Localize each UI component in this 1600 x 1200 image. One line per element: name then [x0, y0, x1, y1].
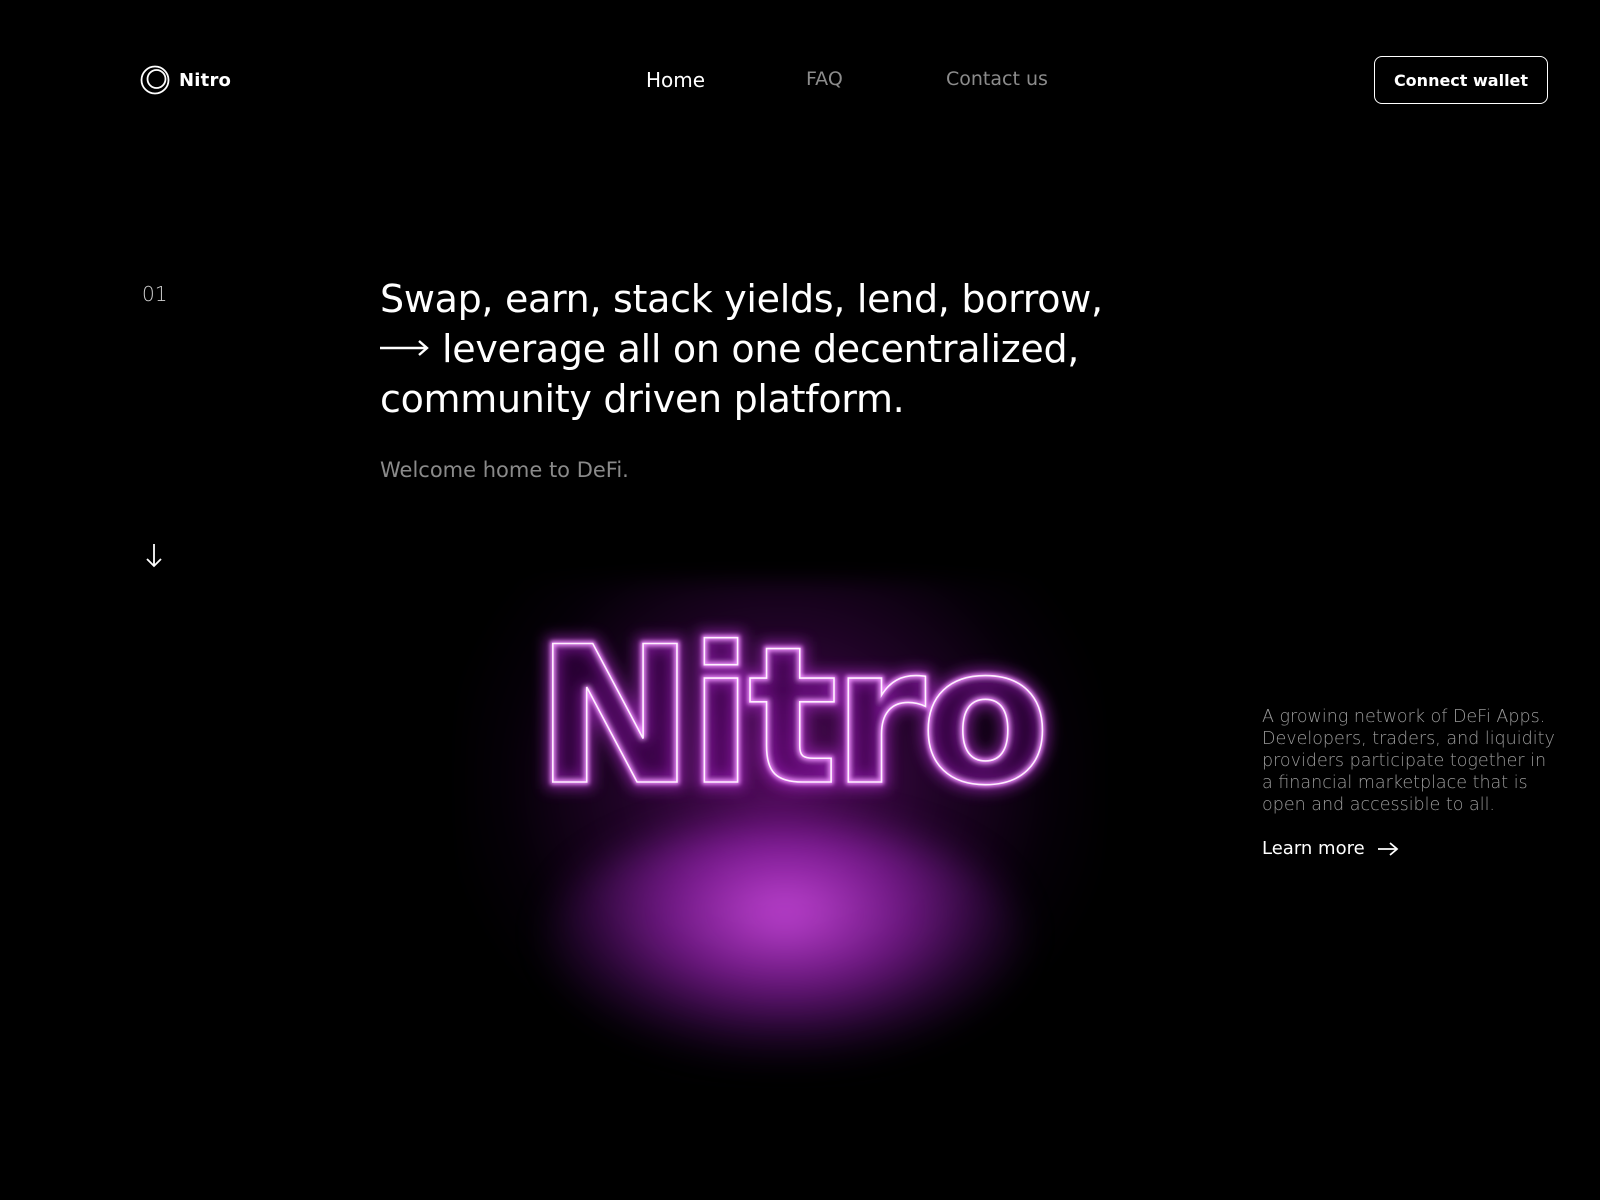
nav-item-home[interactable]: Home [646, 68, 705, 92]
section-number: 01 [142, 282, 168, 306]
nav-item-faq[interactable]: FAQ [806, 68, 843, 90]
connect-wallet-button[interactable]: Connect wallet [1374, 56, 1548, 104]
hero-section: Swap, earn, stack yields, lend, borrow, … [380, 274, 1180, 482]
side-description: A growing network of DeFi Apps. Develope… [1262, 707, 1555, 815]
side-info: A growing network of DeFi Apps. Develope… [1262, 706, 1562, 859]
hero-subtitle: Welcome home to DeFi. [380, 458, 629, 482]
arrow-down-icon[interactable] [142, 540, 166, 572]
hero-title-line-3: community driven platform. [380, 377, 905, 421]
site-header: Nitro Home FAQ Contact us Connect wallet [0, 0, 1600, 160]
main-nav: Home FAQ Contact us [0, 68, 1600, 92]
neon-logo-image: Nitro Nitro Nitro [528, 599, 1057, 834]
neon-text-core: Nitro [535, 606, 1044, 827]
learn-more-link[interactable]: Learn more [1262, 838, 1562, 859]
nav-item-contact[interactable]: Contact us [946, 68, 1048, 90]
hero-title-line-2: leverage all on one decentralized, [380, 324, 1180, 374]
landing-page: Nitro Home FAQ Contact us Connect wallet… [0, 0, 1600, 1200]
hero-title-line-1: Swap, earn, stack yields, lend, borrow, [380, 277, 1103, 321]
arrow-right-icon [380, 339, 429, 356]
neon-sign-artwork: Nitro Nitro Nitro [400, 520, 1160, 1140]
learn-more-label: Learn more [1262, 838, 1365, 859]
arrow-right-icon [1377, 841, 1399, 856]
hero-title: Swap, earn, stack yields, lend, borrow, … [380, 274, 1180, 424]
hero-title-line-2-text: leverage all on one decentralized, [442, 327, 1080, 371]
